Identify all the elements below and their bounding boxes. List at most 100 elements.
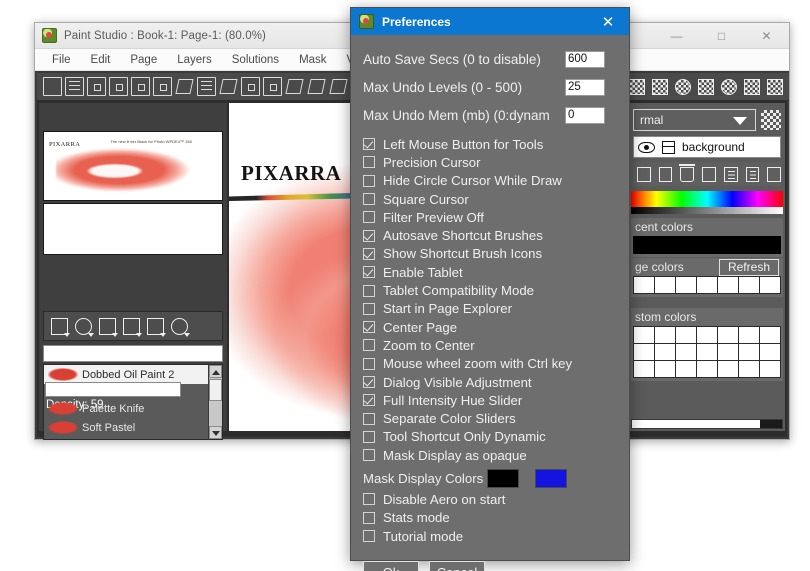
color-cell[interactable] — [676, 277, 696, 293]
checkbox-row[interactable]: Tablet Compatibility Mode — [351, 281, 629, 299]
brush-settings-icon[interactable] — [171, 317, 190, 337]
color-cell[interactable] — [634, 327, 654, 343]
brush-list-scrollbar[interactable] — [208, 365, 222, 439]
checkbox-icon[interactable] — [363, 284, 375, 297]
layer-list-icon[interactable] — [745, 166, 760, 182]
brush-pattern-icon[interactable] — [767, 79, 783, 95]
navigator-thumbnail-secondary[interactable] — [43, 203, 223, 255]
color-cell[interactable] — [739, 361, 759, 377]
checkbox-icon[interactable] — [363, 430, 375, 443]
color-cell[interactable] — [760, 277, 780, 293]
checkbox-icon[interactable] — [363, 412, 375, 425]
scissors-icon[interactable] — [219, 77, 238, 96]
color-cell[interactable] — [697, 344, 717, 360]
brush-rotate-icon[interactable] — [75, 317, 94, 337]
undo-icon[interactable] — [285, 77, 304, 96]
checkbox-row[interactable]: Dialog Visible Adjustment — [351, 373, 629, 391]
eye-icon[interactable] — [638, 141, 655, 153]
color-cell[interactable] — [697, 361, 717, 377]
auto-save-secs-input[interactable]: 600 — [565, 50, 605, 68]
scrollbar-thumb[interactable] — [209, 379, 222, 401]
checkbox-icon[interactable] — [363, 339, 375, 352]
brush-search-input[interactable] — [43, 345, 223, 362]
color-cell[interactable] — [718, 344, 738, 360]
max-undo-levels-input[interactable]: 25 — [565, 78, 605, 96]
mask-color-1-swatch[interactable] — [487, 468, 520, 488]
checkbox-row[interactable]: Tutorial mode — [351, 527, 629, 545]
refresh-button[interactable]: Refresh — [718, 259, 779, 276]
layer-duplicate-icon[interactable] — [658, 166, 673, 182]
maximize-button[interactable]: □ — [699, 23, 744, 48]
cancel-button[interactable]: Cancel — [429, 561, 485, 571]
checkbox-row[interactable]: Square Cursor — [351, 190, 629, 208]
close-icon[interactable]: ✕ — [587, 8, 629, 35]
brush-list-item[interactable]: Soft Pastel — [44, 418, 222, 437]
layer-group-icon[interactable] — [702, 166, 716, 182]
ok-button[interactable]: Ok — [363, 561, 419, 571]
checkbox-row[interactable]: Center Page — [351, 318, 629, 336]
blend-mode-select[interactable]: rmal — [633, 109, 756, 131]
brush-load-icon[interactable] — [51, 317, 70, 337]
checkbox-icon[interactable] — [363, 302, 375, 315]
checkbox-row[interactable]: Hide Circle Cursor While Draw — [351, 172, 629, 190]
menu-layers[interactable]: Layers — [168, 52, 221, 68]
save-icon[interactable] — [43, 77, 62, 96]
checkbox-row[interactable]: Show Shortcut Brush Icons — [351, 245, 629, 263]
checkbox-icon[interactable] — [363, 376, 375, 388]
layer-row[interactable]: background — [633, 136, 781, 158]
transparency-pattern-icon[interactable] — [761, 110, 781, 130]
color-cell[interactable] — [739, 344, 759, 360]
mask-pattern-icon[interactable] — [698, 79, 714, 95]
checkbox-icon[interactable] — [363, 321, 375, 334]
checkbox-row[interactable]: Mouse wheel zoom with Ctrl key — [351, 355, 629, 373]
reload-icon[interactable] — [329, 77, 348, 96]
checker-pattern-icon[interactable] — [652, 79, 668, 95]
brush-list-item[interactable]: Palette Knife — [44, 399, 222, 418]
color-cell[interactable] — [634, 277, 654, 293]
page-prev-icon[interactable] — [109, 77, 128, 96]
spray-pattern-icon[interactable] — [744, 79, 760, 95]
checkbox-row[interactable]: Zoom to Center — [351, 336, 629, 354]
color-cell[interactable] — [718, 277, 738, 293]
notes-icon[interactable] — [197, 77, 216, 96]
layer-sort-icon[interactable] — [723, 166, 738, 182]
checkbox-row[interactable]: Left Mouse Button for Tools — [351, 135, 629, 153]
menu-file[interactable]: File — [43, 52, 80, 68]
page-duplicate-icon[interactable] — [153, 77, 172, 96]
color-cell[interactable] — [718, 327, 738, 343]
checkbox-row[interactable]: Enable Tablet — [351, 263, 629, 281]
mask-color-2-swatch[interactable] — [535, 468, 568, 488]
checkbox-row[interactable]: Full Intensity Hue Slider — [351, 391, 629, 409]
max-undo-mem-input[interactable]: 0 — [565, 106, 605, 124]
layer-delete-icon[interactable] — [679, 163, 695, 182]
brush-spray-icon[interactable] — [147, 317, 166, 337]
menu-edit[interactable]: Edit — [82, 52, 120, 68]
radial-pattern-icon[interactable] — [675, 79, 691, 95]
color-cell[interactable] — [676, 327, 696, 343]
page-next-icon[interactable] — [131, 77, 150, 96]
navigator-thumbnail[interactable]: PIXARRA The new 8 mix Black for Photo WP… — [43, 131, 223, 201]
checkbox-icon[interactable] — [363, 174, 375, 187]
color-cell[interactable] — [697, 277, 717, 293]
chevron-down-icon[interactable] — [733, 117, 747, 125]
color-cell[interactable] — [634, 361, 654, 377]
checkbox-row[interactable]: Filter Preview Off — [351, 208, 629, 226]
color-cell[interactable] — [634, 344, 654, 360]
checkbox-icon[interactable] — [363, 156, 375, 169]
color-preview-strip[interactable] — [631, 419, 783, 429]
recent-color-swatch[interactable] — [633, 236, 781, 254]
color-cell[interactable] — [760, 327, 780, 343]
color-cell[interactable] — [718, 361, 738, 377]
layer-merge-icon[interactable] — [637, 166, 651, 182]
checkbox-icon[interactable] — [363, 493, 375, 506]
value-slider[interactable] — [631, 207, 783, 214]
checkbox-icon[interactable] — [363, 229, 375, 242]
brush-value-input[interactable] — [45, 382, 181, 397]
color-cell[interactable] — [676, 361, 696, 377]
color-cell[interactable] — [739, 277, 759, 293]
paste-icon[interactable] — [263, 77, 282, 96]
checkbox-icon[interactable] — [363, 511, 375, 524]
gradient-icon[interactable] — [629, 79, 645, 95]
page-add-icon[interactable] — [87, 77, 106, 96]
scroll-up-icon[interactable] — [209, 365, 222, 378]
